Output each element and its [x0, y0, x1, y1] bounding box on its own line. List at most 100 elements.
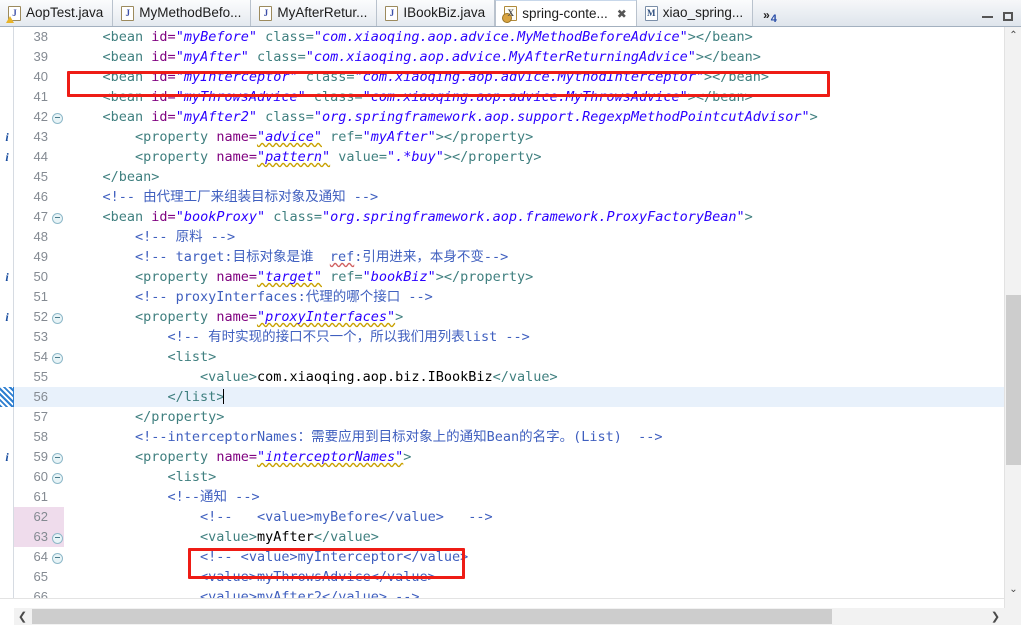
info-marker-icon[interactable]: i: [0, 267, 14, 287]
code-line-content[interactable]: <!--interceptorNames：需要应用到目标对象上的通知Bean的名…: [64, 427, 1006, 447]
code-line-content[interactable]: <!-- <value>myBefore</value> -->: [64, 507, 1006, 527]
code-line[interactable]: i 43 <property name="advice" ref="myAfter…: [0, 127, 1006, 147]
code-line-content[interactable]: <list>: [64, 347, 1006, 367]
code-line[interactable]: 66 <value>myAfter2</value> -->: [0, 587, 1006, 598]
fold-collapse-icon[interactable]: [50, 527, 64, 547]
token-attr: id=: [151, 89, 176, 105]
code-line-content[interactable]: <property name="pattern" value=".*buy"><…: [64, 147, 1006, 167]
code-line-content[interactable]: <property name="target" ref="bookBiz"></…: [64, 267, 1006, 287]
code-line[interactable]: 40 <bean id="myInterceptor" class="com.x…: [0, 67, 1006, 87]
horizontal-scrollbar-thumb[interactable]: [32, 609, 832, 624]
code-line[interactable]: i 44 <property name="pattern" value=".*bu…: [0, 147, 1006, 167]
code-line[interactable]: 47 <bean id="bookProxy" class="org.sprin…: [0, 207, 1006, 227]
code-line[interactable]: 38 <bean id="myBefore" class="com.xiaoqi…: [0, 27, 1006, 47]
fold-collapse-icon[interactable]: [50, 207, 64, 227]
fold-collapse-icon[interactable]: [50, 347, 64, 367]
code-line[interactable]: 57 </property>: [0, 407, 1006, 427]
editor-tab-1[interactable]: AopTest.java: [0, 0, 114, 26]
fold-collapse-icon[interactable]: [50, 307, 64, 327]
code-line-content[interactable]: <bean id="myInterceptor" class="com.xiao…: [64, 67, 1006, 87]
code-line[interactable]: 64 <!-- <value>myInterceptor</value>: [0, 547, 1006, 567]
code-line-content[interactable]: </property>: [64, 407, 1006, 427]
code-line-content[interactable]: <!-- proxyInterfaces:代理的哪个接口 -->: [64, 287, 1006, 307]
code-line[interactable]: i 59 <property name="interceptorNames">: [0, 447, 1006, 467]
editor-tab-3[interactable]: MyAfterRetur...: [251, 0, 378, 26]
code-line[interactable]: 46 <!-- 由代理工厂来组装目标对象及通知 -->: [0, 187, 1006, 207]
code-line[interactable]: 56 </list>: [0, 387, 1006, 407]
code-line-content[interactable]: <value>myAfter</value>: [64, 527, 1006, 547]
scroll-up-icon[interactable]: ⌃: [1005, 27, 1021, 44]
code-line-content[interactable]: <property name="interceptorNames">: [64, 447, 1006, 467]
editor-tab-5[interactable]: spring-conte... ✖: [495, 0, 637, 26]
info-marker-icon[interactable]: i: [0, 307, 14, 327]
code-line-content[interactable]: <bean id="myThrowsAdvice" class="com.xia…: [64, 87, 1006, 107]
code-line-content[interactable]: <!-- 有时实现的接口不只一个，所以我们用列表list -->: [64, 327, 1006, 347]
minimize-icon[interactable]: [982, 15, 993, 18]
code-line-content[interactable]: <bean id="myBefore" class="com.xiaoqing.…: [64, 27, 1006, 47]
editor-tab-2[interactable]: MyMethodBefo...: [113, 0, 252, 26]
code-line-content[interactable]: <!--通知 -->: [64, 487, 1006, 507]
code-text-area[interactable]: 38 <bean id="myBefore" class="com.xiaoqi…: [0, 27, 1006, 598]
line-number: 54: [33, 349, 48, 364]
code-line-content[interactable]: </bean>: [64, 167, 1006, 187]
code-line[interactable]: i 50 <property name="target" ref="bookBiz…: [0, 267, 1006, 287]
code-line[interactable]: 51 <!-- proxyInterfaces:代理的哪个接口 -->: [0, 287, 1006, 307]
code-line[interactable]: 53 <!-- 有时实现的接口不只一个，所以我们用列表list -->: [0, 327, 1006, 347]
code-line[interactable]: 62 <!-- <value>myBefore</value> -->: [0, 507, 1006, 527]
code-line-content[interactable]: <value>myThrowsAdvice</value>: [64, 567, 1006, 587]
code-line-content[interactable]: <list>: [64, 467, 1006, 487]
scroll-right-icon[interactable]: ❯: [987, 608, 1004, 625]
code-line[interactable]: 45 </bean>: [0, 167, 1006, 187]
code-line[interactable]: i 52 <property name="proxyInterfaces">: [0, 307, 1006, 327]
vertical-scrollbar[interactable]: ⌃ ⌄: [1004, 27, 1021, 625]
close-icon[interactable]: ✖: [617, 8, 627, 20]
fold-collapse-icon[interactable]: [50, 107, 64, 127]
code-line[interactable]: 61 <!--通知 -->: [0, 487, 1006, 507]
token-cmt: <!-- proxyInterfaces:代理的哪个接口 -->: [135, 289, 433, 305]
editor-tab-6[interactable]: xiao_spring...: [636, 0, 754, 26]
info-marker-icon[interactable]: i: [0, 447, 14, 467]
info-marker-icon[interactable]: i: [0, 127, 14, 147]
line-number: 64: [33, 549, 48, 564]
code-line[interactable]: 54 <list>: [0, 347, 1006, 367]
code-line[interactable]: 60 <list>: [0, 467, 1006, 487]
code-line-content[interactable]: <property name="proxyInterfaces">: [64, 307, 1006, 327]
fold-slot: [50, 167, 64, 187]
code-line-content[interactable]: <!-- 原料 -->: [64, 227, 1006, 247]
code-line-content[interactable]: </list>: [64, 387, 1006, 407]
code-line-content[interactable]: <bean id="bookProxy" class="org.springfr…: [64, 207, 1006, 227]
maximize-icon[interactable]: [1003, 12, 1013, 21]
code-line-content[interactable]: <value>myAfter2</value> -->: [64, 587, 1006, 598]
fold-collapse-icon[interactable]: [50, 467, 64, 487]
code-line[interactable]: 48 <!-- 原料 -->: [0, 227, 1006, 247]
code-line[interactable]: 65 <value>myThrowsAdvice</value>: [0, 567, 1006, 587]
fold-slot: [50, 47, 64, 67]
code-line[interactable]: 41 <bean id="myThrowsAdvice" class="com.…: [0, 87, 1006, 107]
changed-line-marker-icon[interactable]: [0, 387, 14, 407]
tab-overflow-indicator[interactable]: » 4: [753, 8, 783, 26]
code-line-content[interactable]: <property name="advice" ref="myAfter"></…: [64, 127, 1006, 147]
info-marker-icon[interactable]: i: [0, 147, 14, 167]
code-line-content[interactable]: <!-- <value>myInterceptor</value>: [64, 547, 1006, 567]
code-line[interactable]: 49 <!-- target:目标对象是谁 ref:引用进来，本身不变-->: [0, 247, 1006, 267]
scroll-down-icon[interactable]: ⌄: [1005, 581, 1021, 598]
scroll-left-icon[interactable]: ❮: [14, 608, 31, 625]
code-line[interactable]: 42 <bean id="myAfter2" class="org.spring…: [0, 107, 1006, 127]
token-tag: <bean: [102, 89, 152, 105]
editor-tab-4[interactable]: IBookBiz.java: [377, 0, 496, 26]
code-line[interactable]: 63 <value>myAfter</value>: [0, 527, 1006, 547]
code-line-content[interactable]: <!-- target:目标对象是谁 ref:引用进来，本身不变-->: [64, 247, 1006, 267]
code-line-content[interactable]: <!-- 由代理工厂来组装目标对象及通知 -->: [64, 187, 1006, 207]
fold-collapse-icon[interactable]: [50, 447, 64, 467]
code-line-content[interactable]: <bean id="myAfter" class="com.xiaoqing.a…: [64, 47, 1006, 67]
vertical-scrollbar-thumb[interactable]: [1006, 295, 1021, 465]
code-line-content[interactable]: <bean id="myAfter2" class="org.springfra…: [64, 107, 1006, 127]
code-line[interactable]: 58 <!--interceptorNames：需要应用到目标对象上的通知Bea…: [0, 427, 1006, 447]
fold-collapse-icon[interactable]: [50, 547, 64, 567]
horizontal-scrollbar[interactable]: ❮ ❯: [14, 608, 1004, 625]
code-line-content[interactable]: <value>com.xiaoqing.aop.biz.IBookBiz</va…: [64, 367, 1006, 387]
code-line[interactable]: 39 <bean id="myAfter" class="com.xiaoqin…: [0, 47, 1006, 67]
code-line[interactable]: 55 <value>com.xiaoqing.aop.biz.IBookBiz<…: [0, 367, 1006, 387]
